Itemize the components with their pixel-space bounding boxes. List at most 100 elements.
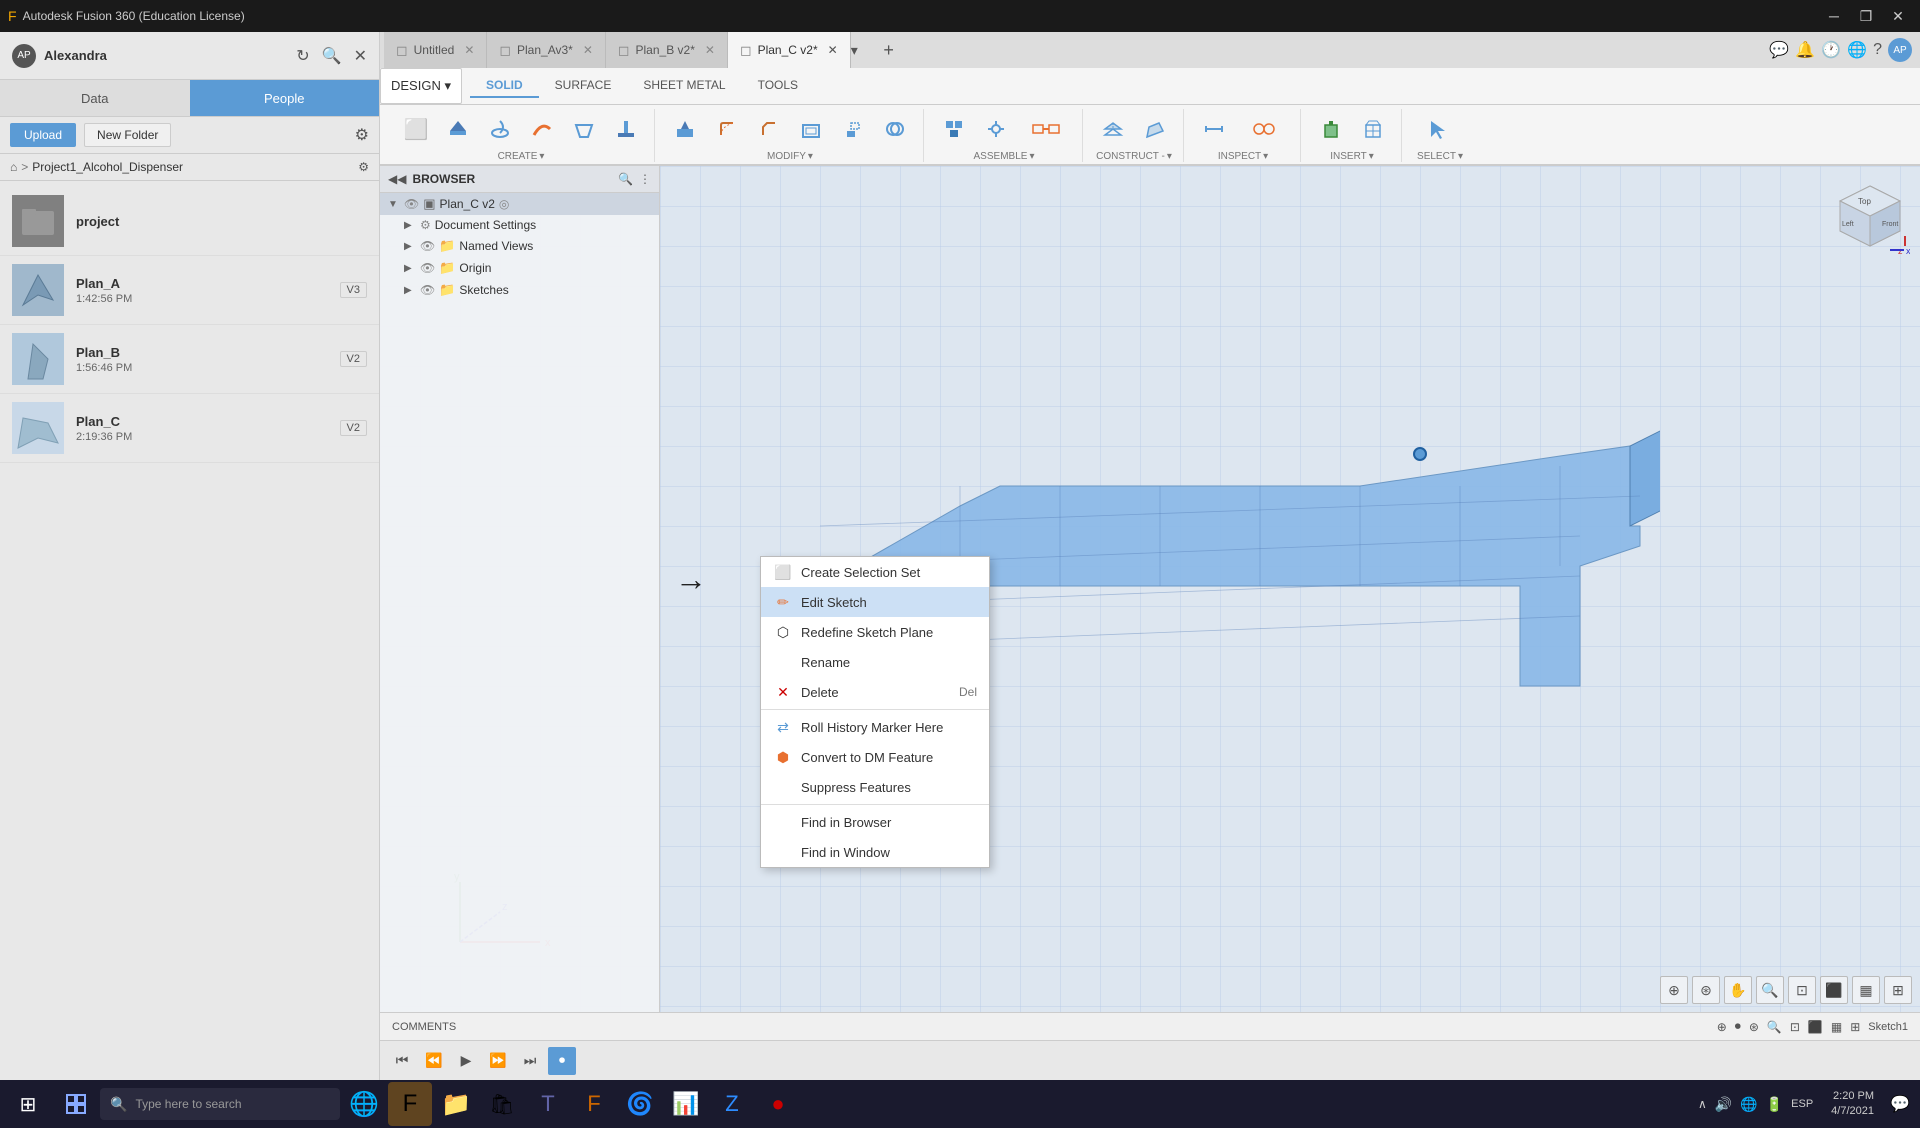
plane-at-angle-tool[interactable] — [1135, 109, 1175, 149]
refresh-icon[interactable]: ↻ — [296, 46, 309, 66]
file-version[interactable]: V2 — [340, 351, 367, 367]
notifications-icon[interactable]: 🔔 — [1795, 40, 1815, 60]
sweep-tool[interactable] — [522, 109, 562, 149]
orbit-status-icon[interactable]: ⊛ — [1749, 1020, 1759, 1034]
network-icon[interactable]: 🌐 — [1740, 1096, 1757, 1113]
system-clock[interactable]: 2:20 PM 4/7/2021 — [1823, 1089, 1882, 1120]
chat-icon[interactable]: 💬 — [1769, 40, 1789, 60]
taskbar-app3-icon[interactable]: 📊 — [664, 1082, 708, 1126]
panel-settings-icon[interactable]: ⚙ — [355, 125, 369, 145]
grid-status-icon[interactable]: ▦ — [1831, 1020, 1842, 1034]
snap-control-icon[interactable]: ⊕ — [1717, 1020, 1727, 1034]
select-tool[interactable] — [1412, 109, 1468, 149]
insert-dropdown-icon[interactable]: ▾ — [1369, 151, 1374, 162]
tab-close-icon[interactable]: ✕ — [464, 43, 474, 57]
loft-tool[interactable] — [564, 109, 604, 149]
list-item[interactable]: Plan_C 2:19:36 PM V2 — [0, 394, 379, 463]
inspect-dropdown-icon[interactable]: ▾ — [1263, 151, 1268, 162]
browser-item-sketches[interactable]: ▶ 👁 📁 Sketches — [380, 279, 659, 301]
tab-overflow-icon[interactable]: ▾ — [851, 42, 875, 59]
interference-tool[interactable] — [1236, 109, 1292, 149]
toolbar-tab-sheet-metal[interactable]: SHEET METAL — [627, 74, 741, 98]
eye-icon[interactable]: 👁 — [420, 283, 435, 297]
press-pull-tool[interactable] — [665, 109, 705, 149]
tab-data[interactable]: Data — [0, 80, 190, 116]
joint-tool[interactable] — [976, 109, 1016, 149]
timeline-end-button[interactable]: ⏭ — [516, 1047, 544, 1075]
notification-button[interactable]: 💬 — [1884, 1088, 1916, 1120]
ctx-find-window[interactable]: Find in Window — [761, 837, 989, 867]
tab-close-icon[interactable]: ✕ — [705, 43, 715, 57]
new-folder-button[interactable]: New Folder — [84, 123, 171, 147]
browser-item-named-views[interactable]: ▶ 👁 📁 Named Views — [380, 235, 659, 257]
zoom-status-icon[interactable]: 🔍 — [1767, 1020, 1782, 1034]
assemble-new-tool[interactable] — [934, 109, 974, 149]
taskbar-store-icon[interactable]: 🛍 — [480, 1082, 524, 1126]
list-item[interactable]: Plan_B 1:56:46 PM V2 — [0, 325, 379, 394]
taskbar-app-icon[interactable]: F — [572, 1082, 616, 1126]
modify-dropdown-icon[interactable]: ▾ — [808, 151, 813, 162]
taskbar-app2-icon[interactable]: 🌀 — [618, 1082, 662, 1126]
orbit-icon[interactable]: ⊛ — [1692, 976, 1720, 1004]
ctx-delete[interactable]: ✕ Delete Del — [761, 677, 989, 707]
light-status-icon[interactable]: ⊞ — [1850, 1020, 1860, 1034]
snap-icon[interactable]: ⊕ — [1660, 976, 1688, 1004]
taskbar-zoom-icon[interactable]: Z — [710, 1082, 754, 1126]
insert-mesh-tool[interactable] — [1353, 109, 1393, 149]
help-icon[interactable]: ? — [1873, 41, 1882, 59]
taskbar-app4-icon[interactable]: ● — [756, 1082, 800, 1126]
breadcrumb-project[interactable]: Project1_Alcohol_Dispenser — [32, 160, 183, 174]
pan-icon[interactable]: ✋ — [1724, 976, 1752, 1004]
toolbar-tab-surface[interactable]: SURFACE — [539, 74, 628, 98]
rigid-group-tool[interactable] — [1018, 109, 1074, 149]
timeline-record-button[interactable]: ⏺ — [548, 1047, 576, 1075]
fillet-tool[interactable] — [707, 109, 747, 149]
tab-untitled[interactable]: ◻ Untitled ✕ — [384, 32, 487, 68]
canvas-area[interactable]: x y z — [380, 166, 1920, 1012]
toolbar-tab-tools[interactable]: TOOLS — [742, 74, 814, 98]
new-component-tool[interactable]: ⬜ — [396, 109, 436, 149]
upload-button[interactable]: Upload — [10, 123, 76, 147]
clock-icon[interactable]: 🕐 — [1821, 40, 1841, 60]
list-item[interactable]: project — [0, 187, 379, 256]
file-version[interactable]: V3 — [340, 282, 367, 298]
eye-icon[interactable]: 👁 — [404, 197, 419, 211]
taskbar-fusion-icon[interactable]: F — [388, 1082, 432, 1126]
ctx-create-selection-set[interactable]: ⬜ Create Selection Set — [761, 557, 989, 587]
view-cube-icon[interactable]: ⬛ — [1820, 976, 1848, 1004]
scale-tool[interactable] — [833, 109, 873, 149]
tab-plan-bv2[interactable]: ◻ Plan_B v2* ✕ — [606, 32, 728, 68]
browser-collapse-button[interactable]: ◀◀ — [388, 172, 406, 186]
timeline-play-button[interactable]: ▶ — [452, 1047, 480, 1075]
browser-more-icon[interactable]: ⋮ — [639, 172, 651, 186]
ctx-rename[interactable]: Rename — [761, 647, 989, 677]
tab-people[interactable]: People — [190, 80, 380, 116]
tab-close-icon[interactable]: ✕ — [583, 43, 593, 57]
taskbar-chrome-icon[interactable]: 🌐 — [342, 1082, 386, 1126]
rib-tool[interactable] — [606, 109, 646, 149]
timeline-start-button[interactable]: ⏮ — [388, 1047, 416, 1075]
eye-icon[interactable]: 👁 — [420, 261, 435, 275]
combine-tool[interactable] — [875, 109, 915, 149]
breadcrumb-settings-icon[interactable]: ⚙ — [358, 160, 369, 174]
list-item[interactable]: Plan_A 1:42:56 PM V3 — [0, 256, 379, 325]
globe-icon[interactable]: 🌐 — [1847, 40, 1867, 60]
close-button[interactable]: ✕ — [1884, 6, 1912, 26]
home-icon[interactable]: ⌂ — [10, 160, 17, 174]
insert-derive-tool[interactable] — [1311, 109, 1351, 149]
axis-cube[interactable]: Top Left Front z x — [1830, 176, 1910, 256]
file-version[interactable]: V2 — [340, 420, 367, 436]
browser-search-icon[interactable]: 🔍 — [618, 172, 633, 186]
taskbar-explorer-icon[interactable]: 📁 — [434, 1082, 478, 1126]
toolbar-tab-solid[interactable]: SOLID — [470, 74, 539, 98]
minimize-button[interactable]: ─ — [1820, 6, 1848, 26]
eye-icon[interactable]: 👁 — [420, 239, 435, 253]
show-hidden-icons[interactable]: ∧ — [1698, 1097, 1707, 1111]
ctx-suppress[interactable]: Suppress Features — [761, 772, 989, 802]
create-dropdown-icon[interactable]: ▾ — [539, 151, 544, 162]
tab-plan-cv2[interactable]: ◻ Plan_C v2* ✕ — [728, 32, 851, 68]
close-panel-icon[interactable]: ✕ — [354, 46, 367, 66]
browser-item-plan-cv2[interactable]: ▼ 👁 ▣ Plan_C v2 ◎ — [380, 193, 659, 215]
select-dropdown-icon[interactable]: ▾ — [1458, 151, 1463, 162]
design-dropdown-button[interactable]: DESIGN ▾ — [380, 68, 462, 104]
